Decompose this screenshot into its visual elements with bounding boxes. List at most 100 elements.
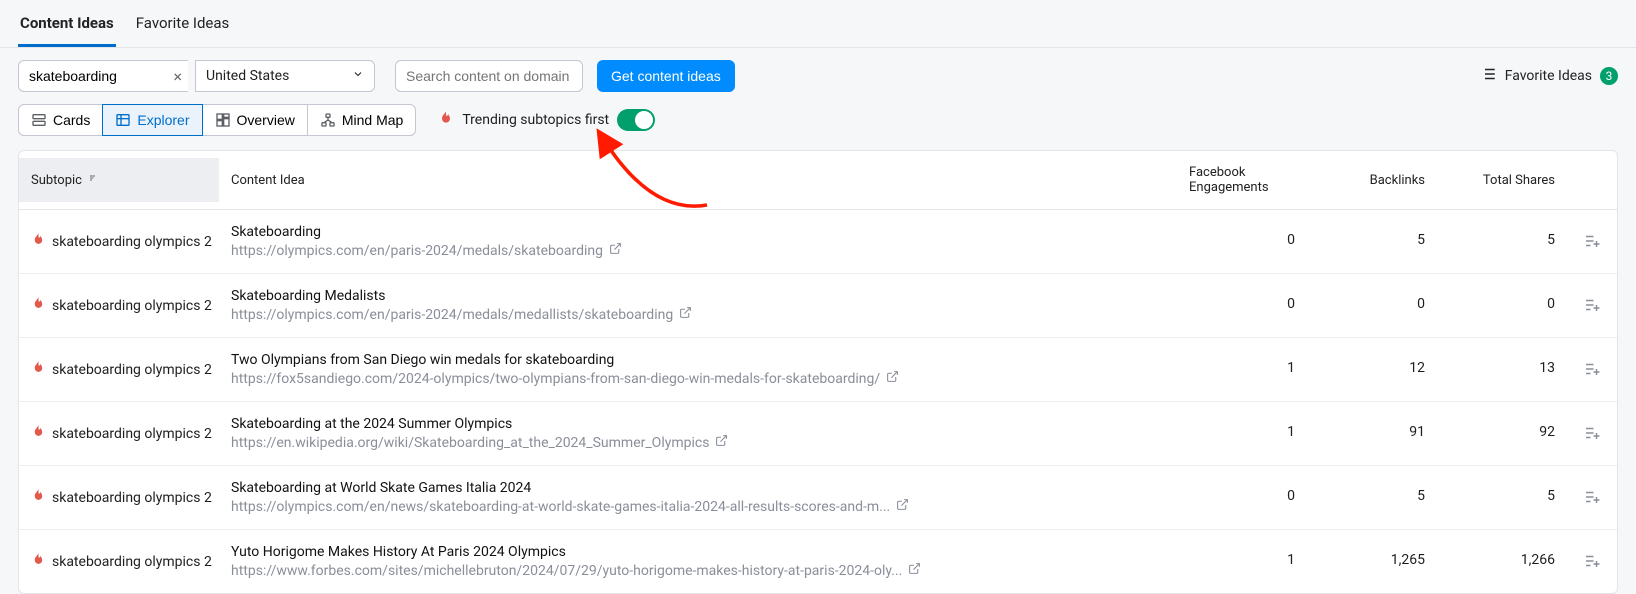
flame-icon: [31, 552, 46, 571]
view-cards-label: Cards: [53, 112, 90, 128]
content-idea-url[interactable]: https://en.wikipedia.org/wiki/Skateboard…: [231, 434, 1165, 451]
col-facebook-engagements[interactable]: Facebook Engagements: [1177, 151, 1307, 209]
cell-actions: [1567, 220, 1617, 258]
add-to-list-icon[interactable]: [1583, 296, 1601, 318]
toolbar-row-1: × United States Get content ideas Favori…: [0, 48, 1636, 98]
col-subtopic[interactable]: Subtopic: [19, 158, 219, 202]
cell-content-idea: Yuto Horigome Makes History At Paris 202…: [219, 540, 1177, 583]
cell-content-idea: Skateboarding Medalists https://olympics.…: [219, 284, 1177, 327]
chevron-down-icon: [352, 68, 364, 84]
cell-facebook-engagements: 1: [1177, 412, 1307, 444]
view-cards-button[interactable]: Cards: [18, 104, 103, 136]
cell-backlinks: 0: [1307, 284, 1437, 316]
table-icon: [115, 112, 131, 128]
cell-facebook-engagements: 1: [1177, 540, 1307, 572]
cell-total-shares: 5: [1437, 476, 1567, 508]
subtopic-label: skateboarding olympics 2: [52, 490, 212, 506]
content-idea-title[interactable]: Yuto Horigome Makes History At Paris 202…: [231, 544, 1165, 560]
favorite-ideas-link-label: Favorite Ideas: [1505, 68, 1592, 84]
content-idea-title[interactable]: Skateboarding at the 2024 Summer Olympic…: [231, 416, 1165, 432]
content-idea-url-text: https://www.forbes.com/sites/michellebru…: [231, 563, 902, 579]
cell-subtopic[interactable]: skateboarding olympics 2: [19, 284, 219, 319]
cell-actions: [1567, 476, 1617, 514]
trending-first-toggle[interactable]: [617, 109, 655, 131]
view-mindmap-button[interactable]: Mind Map: [307, 104, 416, 136]
flame-icon: [31, 232, 46, 251]
cell-content-idea: Skateboarding at World Skate Games Itali…: [219, 476, 1177, 519]
overview-icon: [215, 112, 231, 128]
content-idea-title[interactable]: Two Olympians from San Diego win medals …: [231, 352, 1165, 368]
cell-total-shares: 1,266: [1437, 540, 1567, 572]
content-idea-url[interactable]: https://olympics.com/en/paris-2024/medal…: [231, 306, 1165, 323]
cell-facebook-engagements: 0: [1177, 284, 1307, 316]
cell-content-idea: Skateboarding https://olympics.com/en/par…: [219, 220, 1177, 263]
keyword-input-wrapper: ×: [18, 60, 188, 92]
view-mindmap-label: Mind Map: [342, 112, 403, 128]
cell-actions: [1567, 412, 1617, 450]
external-link-icon[interactable]: [886, 370, 899, 387]
cell-total-shares: 13: [1437, 348, 1567, 380]
add-to-list-icon[interactable]: [1583, 232, 1601, 254]
external-link-icon[interactable]: [908, 562, 921, 579]
table-row: skateboarding olympics 2 Skateboarding at…: [19, 466, 1617, 530]
view-explorer-button[interactable]: Explorer: [102, 104, 202, 136]
content-idea-url-text: https://olympics.com/en/news/skateboardi…: [231, 499, 890, 515]
country-select-value: United States: [206, 68, 289, 84]
cell-subtopic[interactable]: skateboarding olympics 2: [19, 540, 219, 575]
subtopic-label: skateboarding olympics 2: [52, 234, 212, 250]
tab-favorite-ideas[interactable]: Favorite Ideas: [134, 0, 232, 47]
table-header: Subtopic Content Idea Facebook Engagemen…: [19, 151, 1617, 210]
cell-content-idea: Skateboarding at the 2024 Summer Olympic…: [219, 412, 1177, 455]
col-backlinks[interactable]: Backlinks: [1307, 159, 1437, 202]
cell-backlinks: 91: [1307, 412, 1437, 444]
cell-actions: [1567, 540, 1617, 578]
external-link-icon[interactable]: [896, 498, 909, 515]
keyword-input[interactable]: [18, 60, 188, 92]
col-total-shares[interactable]: Total Shares: [1437, 159, 1567, 202]
clear-keyword-icon[interactable]: ×: [173, 67, 182, 86]
content-idea-url[interactable]: https://fox5sandiego.com/2024-olympics/t…: [231, 370, 1165, 387]
subtopic-label: skateboarding olympics 2: [52, 298, 212, 314]
list-icon: [1479, 65, 1497, 87]
content-idea-title[interactable]: Skateboarding: [231, 224, 1165, 240]
add-to-list-icon[interactable]: [1583, 424, 1601, 446]
content-idea-url[interactable]: https://olympics.com/en/news/skateboardi…: [231, 498, 1165, 515]
add-to-list-icon[interactable]: [1583, 552, 1601, 574]
add-to-list-icon[interactable]: [1583, 360, 1601, 382]
cell-backlinks: 12: [1307, 348, 1437, 380]
table-row: skateboarding olympics 2 Skateboarding at…: [19, 402, 1617, 466]
external-link-icon[interactable]: [715, 434, 728, 451]
favorite-ideas-link[interactable]: Favorite Ideas 3: [1479, 65, 1618, 87]
main-tabs: Content Ideas Favorite Ideas: [0, 0, 1636, 48]
content-idea-url-text: https://fox5sandiego.com/2024-olympics/t…: [231, 371, 880, 387]
cell-subtopic[interactable]: skateboarding olympics 2: [19, 476, 219, 511]
content-idea-title[interactable]: Skateboarding Medalists: [231, 288, 1165, 304]
cell-subtopic[interactable]: skateboarding olympics 2: [19, 348, 219, 383]
external-link-icon[interactable]: [609, 242, 622, 259]
domain-search-input[interactable]: [395, 60, 583, 92]
cell-total-shares: 0: [1437, 284, 1567, 316]
content-idea-url[interactable]: https://www.forbes.com/sites/michellebru…: [231, 562, 1165, 579]
country-select[interactable]: United States: [195, 60, 375, 92]
view-overview-button[interactable]: Overview: [202, 104, 308, 136]
subtopic-label: skateboarding olympics 2: [52, 362, 212, 378]
col-subtopic-label: Subtopic: [31, 173, 82, 188]
view-overview-label: Overview: [237, 112, 295, 128]
cell-total-shares: 92: [1437, 412, 1567, 444]
subtopic-label: skateboarding olympics 2: [52, 554, 212, 570]
cell-subtopic[interactable]: skateboarding olympics 2: [19, 220, 219, 255]
col-actions: [1567, 166, 1617, 194]
external-link-icon[interactable]: [679, 306, 692, 323]
results-table: Subtopic Content Idea Facebook Engagemen…: [18, 150, 1618, 594]
get-content-ideas-button[interactable]: Get content ideas: [597, 60, 735, 92]
table-row: skateboarding olympics 2 Two Olympians fr…: [19, 338, 1617, 402]
mindmap-icon: [320, 112, 336, 128]
col-content-idea[interactable]: Content Idea: [219, 159, 1177, 202]
content-idea-url[interactable]: https://olympics.com/en/paris-2024/medal…: [231, 242, 1165, 259]
tab-content-ideas[interactable]: Content Ideas: [18, 0, 116, 47]
cell-actions: [1567, 284, 1617, 322]
toolbar-row-2: Cards Explorer Overview Mind Map Trendin…: [0, 98, 1636, 150]
add-to-list-icon[interactable]: [1583, 488, 1601, 510]
content-idea-title[interactable]: Skateboarding at World Skate Games Itali…: [231, 480, 1165, 496]
cell-subtopic[interactable]: skateboarding olympics 2: [19, 412, 219, 447]
